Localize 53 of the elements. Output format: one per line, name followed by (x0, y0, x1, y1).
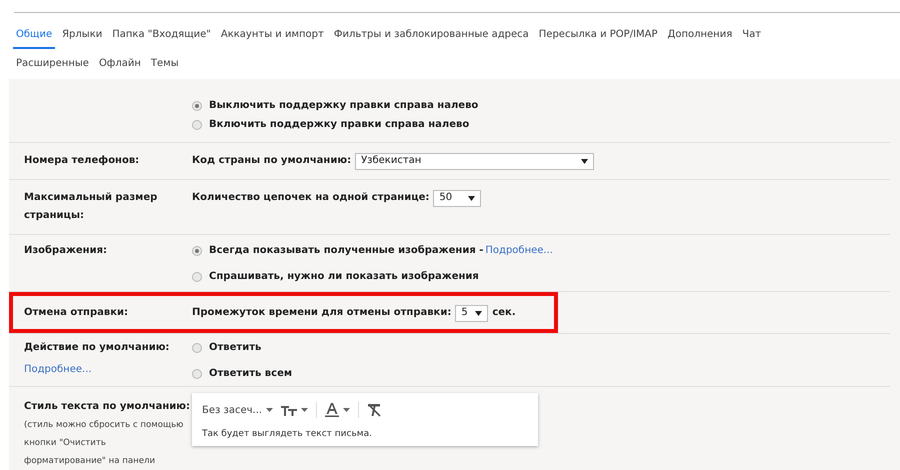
learn-more-link[interactable]: Подробнее... (485, 242, 553, 260)
settings-tab[interactable]: Общие (13, 21, 56, 49)
preview-text: Так будет выглядеть текст письма. (202, 428, 373, 441)
settings-tab[interactable]: Офлайн (98, 58, 141, 70)
text-size-icon (281, 404, 298, 416)
text-size-button[interactable] (281, 404, 308, 416)
settings-tab[interactable]: Аккаунты и импорт (220, 21, 324, 49)
settings-tab[interactable]: Чат (742, 21, 762, 49)
learn-more-link[interactable]: Подробнее... (24, 364, 92, 375)
caret-icon (301, 408, 308, 412)
radio-button[interactable] (192, 272, 202, 282)
setting-label: Отмена отправки: (24, 306, 129, 320)
settings-tab[interactable]: Пересылка и POP/IMAP (538, 21, 658, 49)
radio-button[interactable] (192, 369, 202, 379)
font-dropdown[interactable]: Без засеч... (202, 404, 274, 416)
settings-tab[interactable]: Темы (150, 58, 179, 70)
option-label: Выключить поддержку правки справа налево (209, 99, 478, 113)
clear-formatting-button[interactable] (367, 403, 382, 417)
option-label: Ответить всем (209, 367, 292, 381)
text-color-button[interactable] (325, 403, 350, 417)
caret-icon (581, 158, 588, 164)
clear-formatting-icon (367, 403, 382, 417)
setting-label: Максимальный размер страницы: (24, 191, 158, 223)
settings-tab[interactable]: Фильтры и заблокированные адреса (334, 21, 529, 49)
dropdown[interactable]: 50 (433, 190, 482, 206)
option-label: Промежуток времени для отмены отправки: (192, 306, 452, 320)
setting-label: Стиль текста по умолчанию: (24, 400, 191, 414)
dropdown[interactable]: 5 (455, 304, 488, 322)
settings-tab[interactable]: Дополнения (668, 21, 732, 49)
option-label: Спрашивать, нужно ли показать изображения (209, 270, 479, 284)
settings-tab[interactable]: Расширенные (16, 58, 89, 70)
radio-button[interactable] (192, 101, 202, 111)
option-label: Всегда показывать полученные изображения - (209, 244, 484, 258)
option-label: Ответить (209, 341, 262, 355)
option-label: Количество цепочек на одной странице: (192, 191, 430, 205)
setting-label: Номера телефонов: (24, 154, 140, 168)
radio-button[interactable] (192, 120, 202, 130)
caret-icon (475, 310, 482, 316)
option-label: Включить поддержку правки справа налево (209, 118, 470, 132)
caret-icon (343, 408, 350, 412)
setting-label: Действие по умолчанию: (24, 341, 170, 355)
text-color-icon (325, 403, 340, 417)
radio-button[interactable] (192, 343, 202, 353)
caret-icon (468, 196, 476, 200)
option-label: Код страны по умолчанию: (192, 154, 352, 168)
settings-tab[interactable]: Папка "Входящие" (112, 21, 211, 49)
caret-icon (266, 408, 274, 412)
unit-label: сек. (492, 306, 516, 320)
setting-note: (стиль можно сбросить с помощью кнопки "Очистить форматирование" на панели (24, 419, 184, 468)
settings-tab[interactable]: Ярлыки (62, 21, 102, 49)
radio-button[interactable] (192, 246, 202, 256)
setting-label: Изображения: (24, 244, 108, 258)
dropdown[interactable]: Узбекистан (355, 152, 594, 170)
